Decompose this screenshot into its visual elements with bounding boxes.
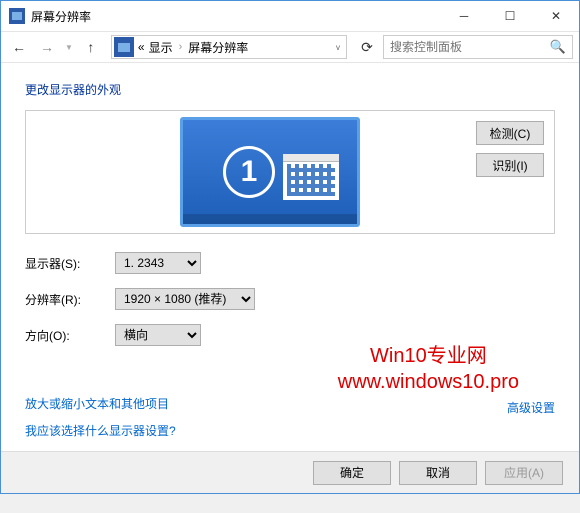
which-display-link[interactable]: 我应该选择什么显示器设置? [25, 422, 176, 439]
dialog-footer: 确定 取消 应用(A) [1, 451, 579, 493]
identify-button[interactable]: 识别(I) [476, 153, 544, 177]
chevron-right-icon: › [175, 41, 187, 53]
history-dropdown-icon[interactable]: ▼ [63, 43, 75, 52]
text-size-link[interactable]: 放大或缩小文本和其他项目 [25, 395, 176, 412]
apply-button: 应用(A) [485, 461, 563, 485]
monitor-number-badge: 1 [223, 146, 275, 198]
help-links: 放大或缩小文本和其他项目 我应该选择什么显示器设置? [25, 395, 176, 439]
orientation-label: 方向(O): [25, 327, 115, 344]
nav-bar: ← → ▼ ↑ « 显示 › 屏幕分辨率 v ⟳ 🔍 [1, 31, 579, 63]
search-input[interactable] [390, 40, 550, 54]
cancel-button[interactable]: 取消 [399, 461, 477, 485]
page-title: 更改显示器的外观 [25, 81, 555, 98]
watermark-line2: www.windows10.pro [338, 369, 519, 395]
titlebar: 屏幕分辨率 ─ ☐ ✕ [1, 1, 579, 31]
resolution-label: 分辨率(R): [25, 291, 115, 308]
settings-form: 显示器(S): 1. 2343 分辨率(R): 1920 × 1080 (推荐)… [25, 252, 555, 346]
watermark-line1: Win10专业网 [338, 343, 519, 369]
content-pane: 更改显示器的外观 1 检测(C) 识别(I) 显示器(S): 1. 2343 分… [1, 63, 579, 451]
back-button[interactable]: ← [7, 35, 31, 59]
close-button[interactable]: ✕ [533, 1, 579, 31]
display-preview-panel: 1 检测(C) 识别(I) [25, 110, 555, 234]
display-select[interactable]: 1. 2343 [115, 252, 201, 274]
window-controls: ─ ☐ ✕ [441, 1, 579, 31]
crumb-resolution[interactable]: 屏幕分辨率 [186, 39, 250, 56]
maximize-button[interactable]: ☐ [487, 1, 533, 31]
address-dropdown-icon[interactable]: v [330, 43, 346, 52]
up-button[interactable]: ↑ [79, 35, 103, 59]
monitor-thumbnail[interactable]: 1 [180, 117, 360, 227]
location-icon [114, 37, 134, 57]
minimize-button[interactable]: ─ [441, 1, 487, 31]
panel-buttons: 检测(C) 识别(I) [476, 121, 544, 177]
crumb-prefix: « [136, 40, 147, 54]
detect-button[interactable]: 检测(C) [476, 121, 544, 145]
advanced-settings-link[interactable]: 高级设置 [507, 399, 555, 416]
window: 屏幕分辨率 ─ ☐ ✕ ← → ▼ ↑ « 显示 › 屏幕分辨率 v ⟳ 🔍 更… [0, 0, 580, 494]
refresh-button[interactable]: ⟳ [355, 35, 379, 59]
search-box[interactable]: 🔍 [383, 35, 573, 59]
app-icon [9, 8, 25, 24]
watermark-text: Win10专业网 www.windows10.pro [338, 343, 519, 395]
orientation-select[interactable]: 横向 [115, 324, 201, 346]
resolution-select[interactable]: 1920 × 1080 (推荐) [115, 288, 255, 310]
search-icon[interactable]: 🔍 [550, 39, 566, 55]
window-title: 屏幕分辨率 [31, 8, 441, 25]
crumb-display[interactable]: 显示 [147, 39, 175, 56]
ok-button[interactable]: 确定 [313, 461, 391, 485]
forward-button: → [35, 35, 59, 59]
display-label: 显示器(S): [25, 255, 115, 272]
desktop-icon [283, 154, 339, 200]
address-bar[interactable]: « 显示 › 屏幕分辨率 v [111, 35, 347, 59]
